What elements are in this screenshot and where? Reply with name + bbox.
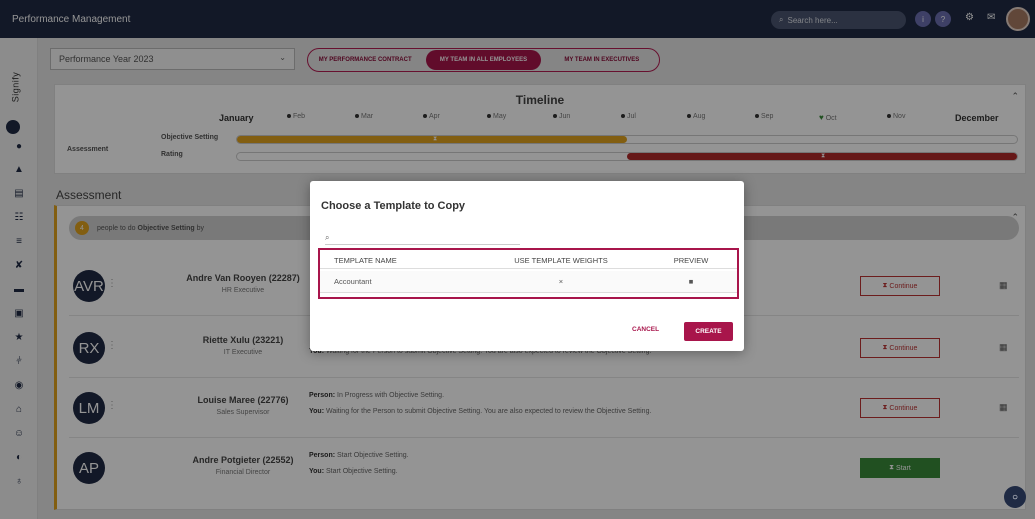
search-icon: ⌕: [325, 232, 330, 242]
document-icon[interactable]: ■: [666, 277, 716, 286]
table-row[interactable]: Accountant × ■: [320, 271, 737, 293]
column-header: TEMPLATE NAME: [334, 256, 397, 265]
template-search-input[interactable]: ⌕: [325, 231, 520, 245]
create-button[interactable]: CREATE: [684, 322, 733, 341]
template-copy-dialog: Choose a Template to Copy ⌕ TEMPLATE NAM…: [310, 181, 744, 351]
dialog-title: Choose a Template to Copy: [321, 200, 466, 212]
cancel-button[interactable]: CANCEL: [632, 326, 659, 333]
use-template-weights-toggle[interactable]: ×: [506, 277, 616, 286]
chat-icon[interactable]: ○: [1004, 486, 1026, 508]
table-header: TEMPLATE NAME USE TEMPLATE WEIGHTS PREVI…: [320, 253, 737, 269]
template-name: Accountant: [334, 277, 372, 286]
column-header: USE TEMPLATE WEIGHTS: [514, 256, 608, 265]
column-header: PREVIEW: [673, 256, 709, 265]
template-table: TEMPLATE NAME USE TEMPLATE WEIGHTS PREVI…: [318, 248, 739, 299]
